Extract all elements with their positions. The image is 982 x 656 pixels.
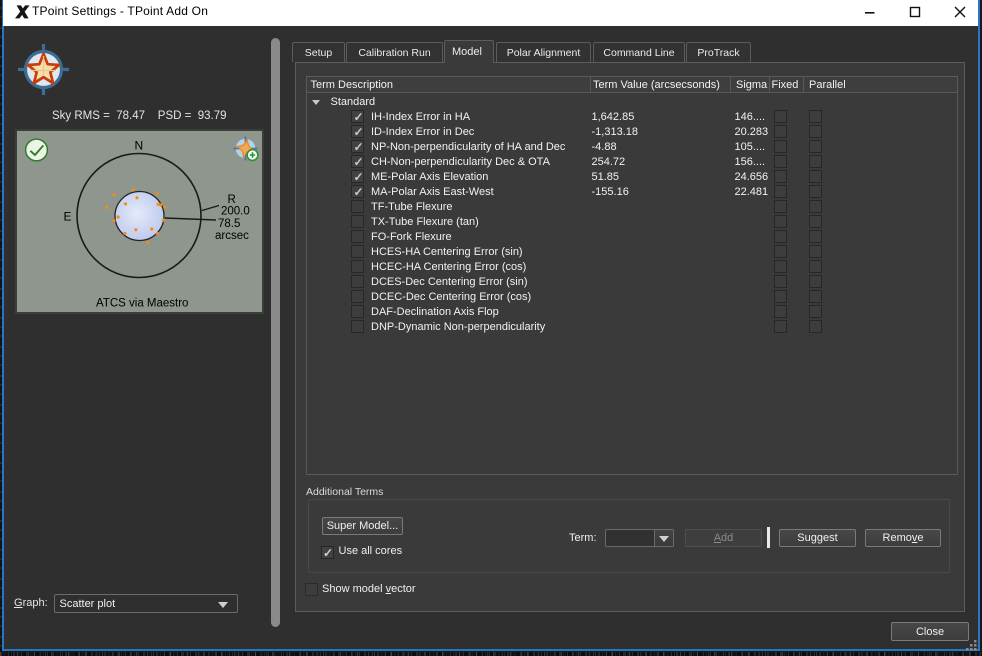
svg-text:arcsec: arcsec (215, 230, 249, 242)
svg-text:N: N (135, 139, 144, 153)
svg-text:ATCS via Maestro: ATCS via Maestro (96, 298, 188, 310)
svg-text:200.0: 200.0 (221, 206, 250, 218)
svg-text:R: R (228, 194, 236, 206)
svg-text:E: E (64, 210, 72, 224)
svg-text:78.5: 78.5 (218, 218, 240, 230)
